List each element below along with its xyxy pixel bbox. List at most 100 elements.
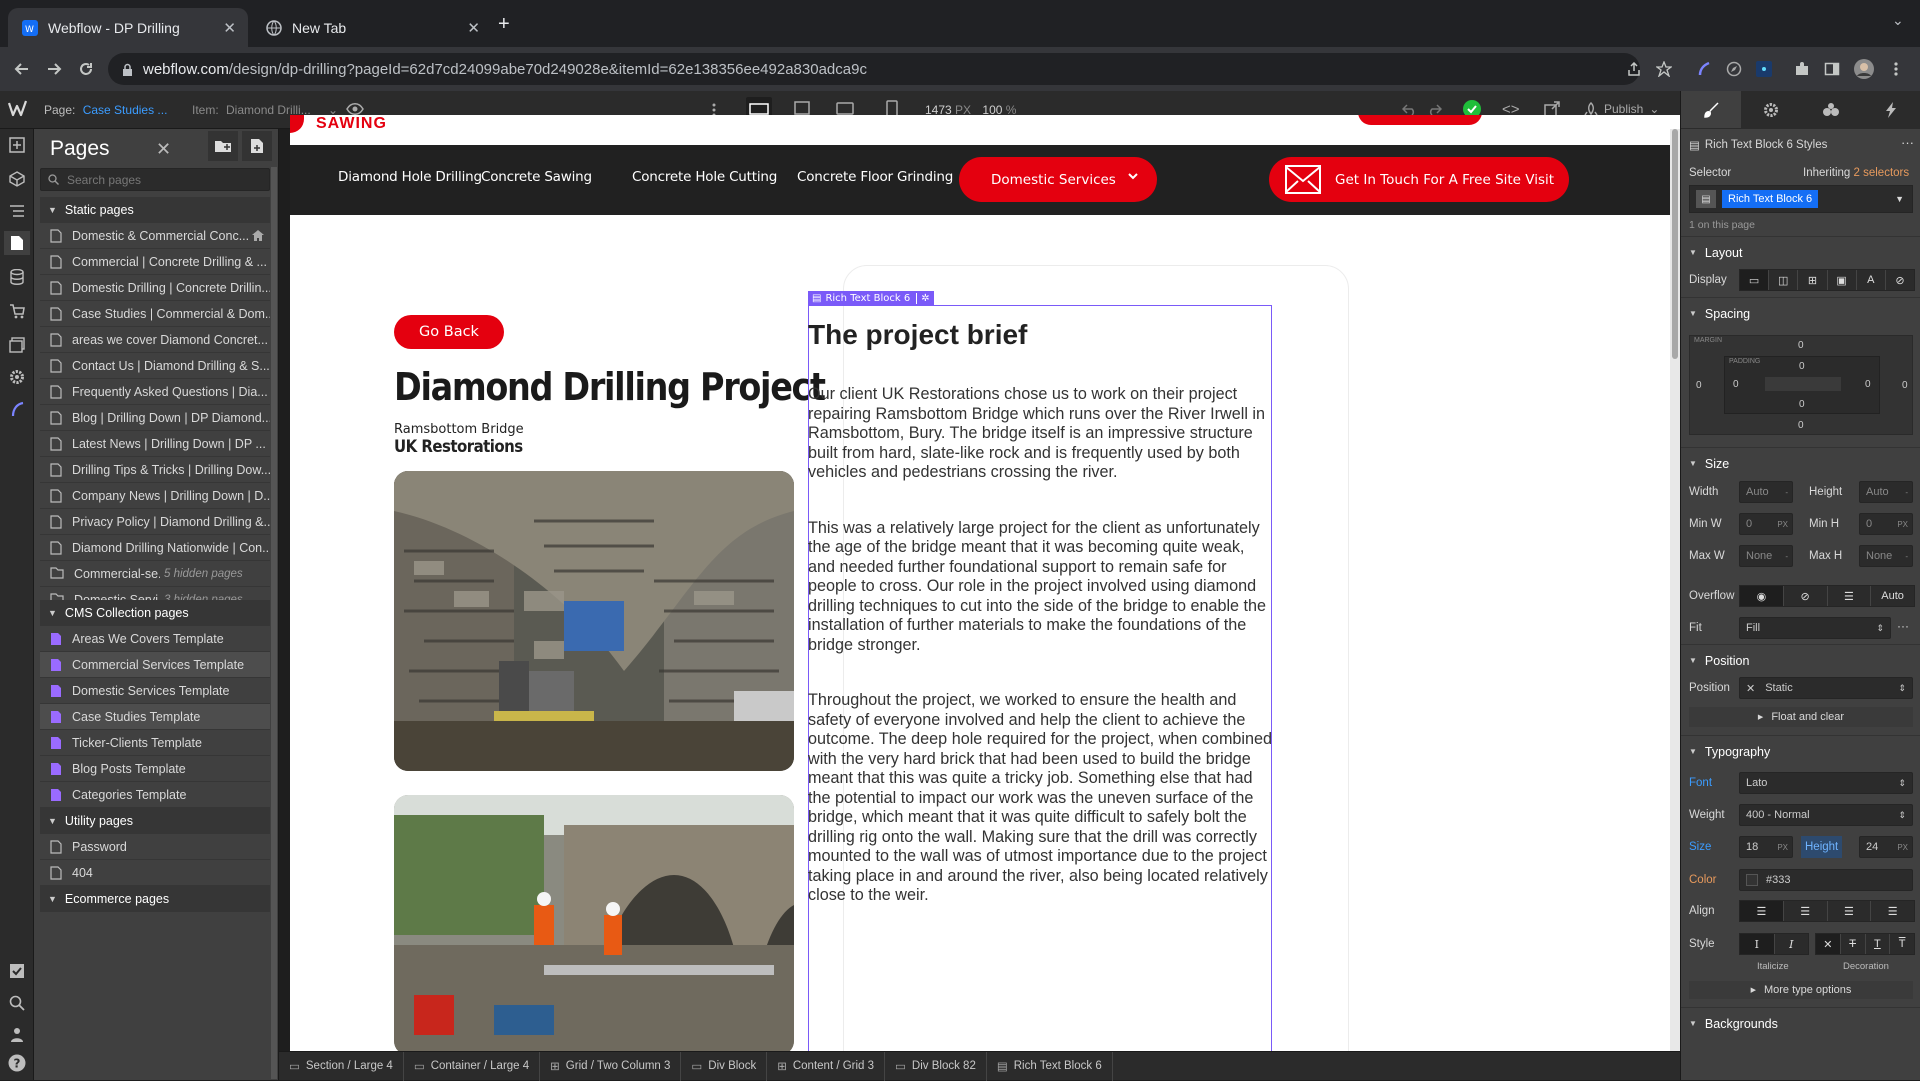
align-justify-icon[interactable]: ☰ [1871, 901, 1914, 921]
selected-element-tag[interactable]: ▤ Rich Text Block 6 ✲ [808, 291, 934, 305]
header-red-pill[interactable] [1358, 115, 1482, 125]
undo-icon[interactable] [1402, 102, 1418, 116]
assets-images-icon[interactable] [5, 333, 29, 357]
page-row[interactable]: Frequently Asked Questions | Dia... [40, 379, 270, 405]
size-section[interactable]: ▼ Size [1681, 447, 1920, 479]
page-row[interactable]: Company News | Drilling Down | D... [40, 483, 270, 509]
display-block-icon[interactable]: ▭ [1740, 270, 1770, 290]
style-manager-drops-icon[interactable] [1801, 91, 1861, 128]
canvas-scrollbar[interactable] [1670, 129, 1680, 1051]
nav-dropdown-domestic-services[interactable]: Domestic Services [959, 157, 1157, 202]
page-row[interactable]: Domestic & Commercial Conc... [40, 223, 270, 249]
breakpoint-tablet-landscape-icon[interactable] [836, 102, 854, 116]
symbols-cube-icon[interactable] [5, 167, 29, 191]
close-tab-icon[interactable]: ✕ [223, 19, 236, 37]
page-row[interactable]: Commercial | Concrete Drilling & ... [40, 249, 270, 275]
breadcrumb-item[interactable]: ⊞ Content / Grid 3 [767, 1051, 886, 1081]
backgrounds-section[interactable]: ▼ Backgrounds [1681, 1007, 1920, 1039]
line-height-input[interactable]: 24 PX [1859, 836, 1913, 858]
static-pages-section[interactable]: ▼ Static pages [40, 197, 270, 223]
breadcrumb-item[interactable]: ▭ Container / Large 4 [404, 1051, 541, 1081]
page-row[interactable]: Drilling Tips & Tricks | Drilling Dow... [40, 457, 270, 483]
padding-left-value[interactable]: 0 [1733, 379, 1739, 390]
width-input[interactable]: Auto - [1739, 481, 1793, 503]
address-bar[interactable]: webflow.com/design/dp-drilling?pageId=62… [108, 53, 1640, 85]
margin-left-value[interactable]: 0 [1696, 380, 1702, 391]
selector-chip[interactable]: Rich Text Block 6 [1722, 190, 1819, 208]
align-right-icon[interactable]: ☰ [1828, 901, 1872, 921]
page-switcher[interactable]: Page: Case Studies ... [44, 103, 167, 117]
color-input[interactable]: #333 [1739, 869, 1913, 891]
tab-new[interactable]: New Tab ✕ [252, 8, 492, 47]
ecommerce-pages-section[interactable]: ▼ Ecommerce pages [40, 886, 270, 912]
min-width-input[interactable]: 0 PX [1739, 513, 1793, 535]
margin-top-value[interactable]: 0 [1798, 340, 1804, 351]
share-icon[interactable] [1622, 57, 1646, 81]
page-row[interactable]: Domestic Drilling | Concrete Drillin... [40, 275, 270, 301]
nav-link-concrete-floor-grinding[interactable]: Concrete Floor Grinding [797, 169, 953, 185]
panel-scrollbar[interactable] [271, 167, 277, 1079]
cms-template-row[interactable]: Ticker-Clients Template [40, 730, 270, 756]
nav-link-concrete-sawing[interactable]: Concrete Sawing [481, 169, 592, 185]
padding-top-value[interactable]: 0 [1799, 361, 1805, 372]
cta-site-visit-button[interactable]: Get In Touch For A Free Site Visit [1269, 157, 1569, 202]
cms-pages-section[interactable]: ▼ CMS Collection pages [40, 600, 270, 626]
page-row[interactable]: Latest News | Drilling Down | DP ... [40, 431, 270, 457]
extension-react-icon[interactable] [1752, 57, 1776, 81]
breadcrumb-item[interactable]: ▤ Rich Text Block 6 [987, 1051, 1113, 1081]
close-tab-icon[interactable]: ✕ [467, 19, 480, 37]
page-row[interactable]: Blog | Drilling Down | DP Diamond... [40, 405, 270, 431]
help-question-icon[interactable]: ? [5, 1051, 29, 1075]
height-input[interactable]: Auto - [1859, 481, 1913, 503]
page-row-password[interactable]: Password [40, 834, 270, 860]
go-back-button[interactable]: Go Back [394, 315, 504, 349]
page-row[interactable]: Contact Us | Diamond Drilling & S... [40, 353, 270, 379]
cms-template-row[interactable]: Case Studies Template [40, 704, 270, 730]
extension-webflow-icon[interactable] [1692, 57, 1716, 81]
extensions-puzzle-icon[interactable] [1790, 57, 1814, 81]
browser-menu-icon[interactable] [1884, 57, 1908, 81]
side-panel-icon[interactable] [1820, 57, 1844, 81]
font-size-input[interactable]: 18 PX [1739, 836, 1793, 858]
cms-template-row[interactable]: Categories Template [40, 782, 270, 808]
cms-template-row[interactable]: Domestic Services Template [40, 678, 270, 704]
forward-arrow-icon[interactable] [42, 57, 66, 81]
profile-avatar[interactable] [1852, 57, 1876, 81]
tasks-checkbox-icon[interactable] [5, 959, 29, 983]
new-tab-plus-icon[interactable]: + [498, 13, 510, 36]
display-inline-icon[interactable]: A [1857, 270, 1886, 290]
padding-bottom-value[interactable]: 0 [1799, 399, 1805, 410]
scroll-thumb[interactable] [1672, 129, 1678, 359]
overflow-auto-option[interactable]: Auto [1871, 586, 1914, 606]
breadcrumb-item[interactable]: ▭ Div Block 82 [885, 1051, 987, 1081]
more-options-icon[interactable]: ··· [1897, 619, 1909, 633]
page-row-404[interactable]: 404 [40, 860, 270, 886]
weight-select[interactable]: 400 - Normal ⇕ [1739, 804, 1913, 826]
display-grid-icon[interactable]: ⊞ [1798, 270, 1828, 290]
team-users-icon[interactable] [5, 1023, 29, 1047]
align-center-icon[interactable]: ☰ [1784, 901, 1828, 921]
min-height-input[interactable]: 0 PX [1859, 513, 1913, 535]
margin-bottom-value[interactable]: 0 [1798, 420, 1804, 431]
interactions-bolt-icon[interactable] [1861, 91, 1920, 128]
cms-template-row[interactable]: Commercial Services Template [40, 652, 270, 678]
settings-gear-icon[interactable] [1741, 91, 1801, 128]
color-swatch[interactable] [1746, 874, 1758, 886]
webflow-logo-icon[interactable] [8, 100, 28, 118]
back-arrow-icon[interactable] [10, 57, 34, 81]
more-type-options-toggle[interactable]: ▶ More type options [1689, 981, 1913, 999]
strikethrough-icon[interactable]: T [1841, 934, 1866, 954]
extension-compass-icon[interactable] [1722, 57, 1746, 81]
display-flex-icon[interactable]: ◫ [1769, 270, 1799, 290]
tab-search-chevron-icon[interactable]: ⌄ [1892, 12, 1904, 29]
padding-right-value[interactable]: 0 [1865, 379, 1871, 390]
underline-icon[interactable]: T [1866, 934, 1891, 954]
publish-button[interactable]: Publish ⌄ [1584, 102, 1659, 116]
tab-webflow[interactable]: W Webflow - DP Drilling ✕ [8, 8, 248, 47]
decoration-none-icon[interactable]: ✕ [1816, 934, 1841, 954]
reload-icon[interactable] [74, 57, 98, 81]
search-pages-input[interactable]: Search pages [40, 168, 270, 191]
position-section[interactable]: ▼ Position [1681, 644, 1920, 676]
overflow-scroll-icon[interactable]: ☰ [1828, 586, 1872, 606]
folder-row[interactable]: Commercial-se... 5 hidden pages [40, 561, 270, 587]
